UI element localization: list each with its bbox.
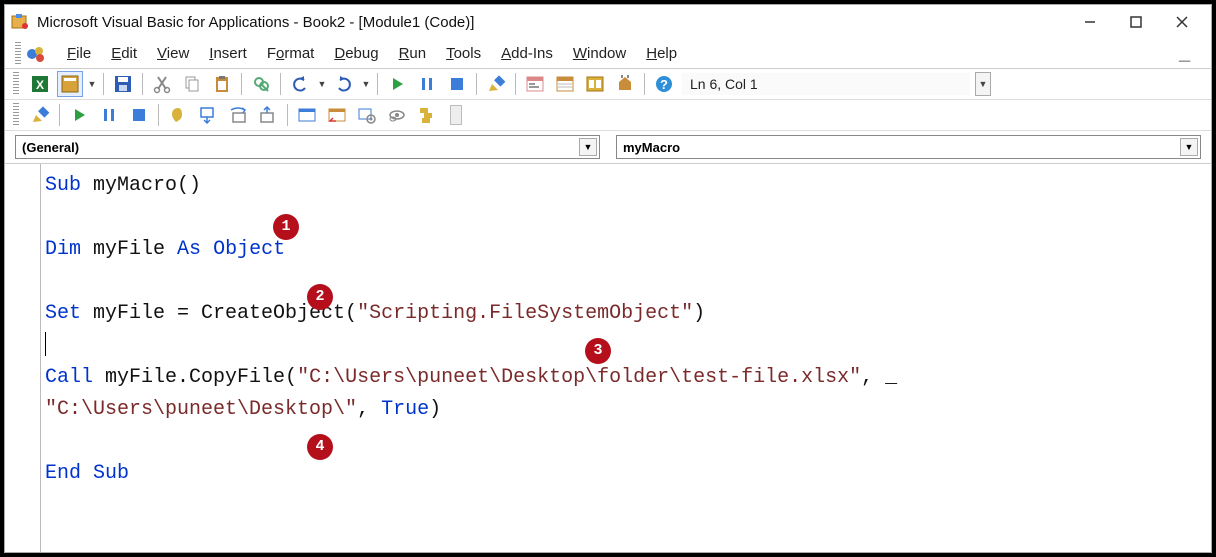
menu-debug[interactable]: Debug bbox=[324, 41, 388, 66]
reset-button[interactable] bbox=[444, 71, 470, 97]
chevron-down-icon: ▼ bbox=[579, 138, 597, 156]
standard-toolbar: X ▼ ▼ ▼ ? Ln 6, Col 1 ▼ bbox=[5, 69, 1211, 100]
window-title: Microsoft Visual Basic for Applications … bbox=[37, 14, 1067, 31]
undo-button[interactable] bbox=[287, 71, 313, 97]
step-into-button[interactable] bbox=[195, 102, 221, 128]
menu-addins[interactable]: Add-Ins bbox=[491, 41, 563, 66]
svg-text:?: ? bbox=[660, 77, 668, 92]
menu-window[interactable]: Window bbox=[563, 41, 636, 66]
design-mode-toggle[interactable] bbox=[27, 102, 53, 128]
menu-view[interactable]: View bbox=[147, 41, 199, 66]
cut-button[interactable] bbox=[149, 71, 175, 97]
toolbar-grip[interactable] bbox=[13, 103, 19, 127]
project-explorer-button[interactable] bbox=[522, 71, 548, 97]
immediate-window-button[interactable] bbox=[324, 102, 350, 128]
procedure-combo[interactable]: myMacro ▼ bbox=[616, 135, 1201, 159]
code-editor[interactable]: Sub myMacro() Dim myFile As Object Set m… bbox=[5, 164, 1211, 552]
debug-toolbar bbox=[5, 100, 1211, 131]
save-button[interactable] bbox=[110, 71, 136, 97]
object-combo-value: (General) bbox=[22, 140, 79, 155]
menu-file[interactable]: File bbox=[57, 41, 101, 66]
properties-window-button[interactable] bbox=[552, 71, 578, 97]
svg-text:X: X bbox=[36, 78, 44, 92]
pause-button[interactable] bbox=[96, 102, 122, 128]
mdi-restore-button[interactable]: _ bbox=[1179, 49, 1199, 59]
menu-run[interactable]: Run bbox=[389, 41, 437, 66]
position-dropdown-arrow[interactable]: ▼ bbox=[975, 72, 991, 96]
chevron-down-icon: ▼ bbox=[1180, 138, 1198, 156]
toolbar-grip[interactable] bbox=[15, 42, 21, 66]
procedure-combo-value: myMacro bbox=[623, 140, 680, 155]
minimize-button[interactable] bbox=[1067, 7, 1113, 37]
undo-dropdown-arrow[interactable]: ▼ bbox=[317, 79, 327, 89]
insert-userform-button[interactable] bbox=[57, 71, 83, 97]
quick-watch-button[interactable] bbox=[384, 102, 410, 128]
copy-button[interactable] bbox=[179, 71, 205, 97]
insert-dropdown-arrow[interactable]: ▼ bbox=[87, 79, 97, 89]
toolbar-overflow[interactable] bbox=[450, 105, 462, 125]
object-browser-button[interactable] bbox=[582, 71, 608, 97]
stop-button[interactable] bbox=[126, 102, 152, 128]
text-cursor bbox=[45, 332, 46, 356]
vba-window: Microsoft Visual Basic for Applications … bbox=[4, 4, 1212, 553]
maximize-button[interactable] bbox=[1113, 7, 1159, 37]
toolbar-grip[interactable] bbox=[13, 72, 19, 96]
object-combo[interactable]: (General) ▼ bbox=[15, 135, 600, 159]
find-button[interactable] bbox=[248, 71, 274, 97]
watch-window-button[interactable] bbox=[354, 102, 380, 128]
call-stack-button[interactable] bbox=[414, 102, 440, 128]
run-button[interactable] bbox=[384, 71, 410, 97]
menu-format[interactable]: Format bbox=[257, 41, 325, 66]
help-button[interactable]: ? bbox=[651, 71, 677, 97]
code-text[interactable]: Sub myMacro() Dim myFile As Object Set m… bbox=[41, 164, 1211, 552]
locals-window-button[interactable] bbox=[294, 102, 320, 128]
design-mode-button[interactable] bbox=[483, 71, 509, 97]
menu-insert[interactable]: Insert bbox=[199, 41, 257, 66]
toolbox-button[interactable] bbox=[612, 71, 638, 97]
redo-dropdown-arrow[interactable]: ▼ bbox=[361, 79, 371, 89]
titlebar: Microsoft Visual Basic for Applications … bbox=[5, 5, 1211, 39]
callout-badge-3: 3 bbox=[585, 338, 611, 364]
vb-icon bbox=[25, 43, 47, 65]
toggle-breakpoint-button[interactable] bbox=[165, 102, 191, 128]
menu-tools[interactable]: Tools bbox=[436, 41, 491, 66]
menu-help[interactable]: Help bbox=[636, 41, 687, 66]
menubar: File Edit View Insert Format Debug Run T… bbox=[5, 39, 1211, 69]
step-over-button[interactable] bbox=[225, 102, 251, 128]
step-out-button[interactable] bbox=[255, 102, 281, 128]
close-button[interactable] bbox=[1159, 7, 1205, 37]
code-navigation-bar: (General) ▼ myMacro ▼ bbox=[5, 131, 1211, 164]
menu-edit[interactable]: Edit bbox=[101, 41, 147, 66]
cursor-position: Ln 6, Col 1 bbox=[681, 72, 971, 96]
editor-margin[interactable] bbox=[5, 164, 41, 552]
redo-button[interactable] bbox=[331, 71, 357, 97]
break-button[interactable] bbox=[414, 71, 440, 97]
run-sub-button[interactable] bbox=[66, 102, 92, 128]
callout-badge-1: 1 bbox=[273, 214, 299, 240]
view-excel-button[interactable]: X bbox=[27, 71, 53, 97]
callout-badge-2: 2 bbox=[307, 284, 333, 310]
app-icon bbox=[11, 13, 29, 31]
paste-button[interactable] bbox=[209, 71, 235, 97]
callout-badge-4: 4 bbox=[307, 434, 333, 460]
